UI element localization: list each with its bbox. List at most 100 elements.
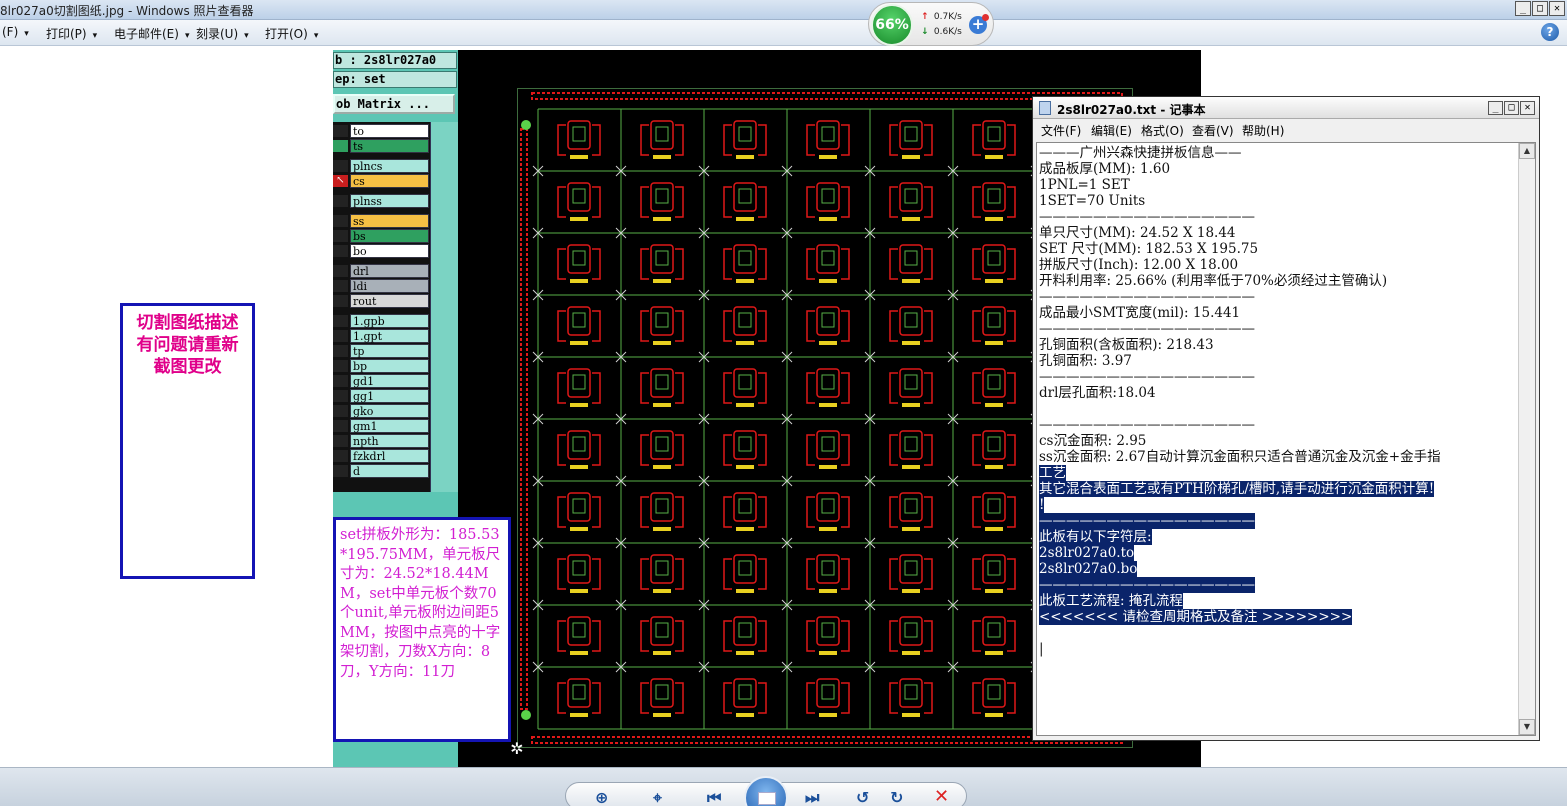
layer-row[interactable]: gg1 <box>333 389 431 403</box>
layer-swatch[interactable] <box>333 295 348 307</box>
previous-icon[interactable]: ⏮ <box>707 790 721 806</box>
notepad-maximize-button[interactable]: □ <box>1504 101 1519 115</box>
layer-swatch[interactable] <box>333 125 348 137</box>
network-speed-widget[interactable]: 66% ↑ 0.7K/s ↓ 0.6K/s + <box>868 2 994 46</box>
layer-swatch[interactable] <box>333 140 348 152</box>
layer-row[interactable]: npth <box>333 434 431 448</box>
notepad-close-button[interactable]: ✕ <box>1520 101 1535 115</box>
layer-row[interactable]: drl <box>333 264 431 278</box>
layer-row[interactable]: fzkdrl <box>333 449 431 463</box>
menu-item[interactable]: 打印(P) ▾ <box>46 25 97 42</box>
unit-pads <box>985 217 1003 221</box>
notepad-window[interactable]: 2s8lr027a0.txt - 记事本 _ □ ✕ 文件(F) 编辑(E) 格式(… <box>1032 96 1540 741</box>
layer-swatch[interactable] <box>333 230 348 242</box>
layer-swatch[interactable] <box>333 280 348 292</box>
unit-outline <box>572 560 586 576</box>
unit-coil <box>982 554 1006 584</box>
layer-row[interactable]: ↖ cs <box>333 174 431 188</box>
layer-swatch[interactable] <box>333 345 348 357</box>
layer-name: drl <box>350 264 429 278</box>
layer-swatch[interactable] <box>333 245 348 257</box>
zoom-icon[interactable]: ⊕ <box>595 790 608 806</box>
layer-row[interactable]: rout <box>333 294 431 308</box>
unit-trace <box>640 558 684 590</box>
layer-row[interactable]: gm1 <box>333 419 431 433</box>
layer-swatch[interactable] <box>333 330 348 342</box>
layer-swatch[interactable] <box>333 160 348 172</box>
unit-trace <box>640 620 684 652</box>
notepad-line: ———————————————— <box>1039 289 1521 305</box>
unit-pads <box>653 403 671 407</box>
unit-coil <box>567 182 591 212</box>
layer-row[interactable]: to <box>333 124 431 138</box>
active-layer-pointer-icon[interactable]: ↖ <box>333 175 348 187</box>
layer-swatch[interactable] <box>333 405 348 417</box>
scroll-down-arrow-icon[interactable]: ▼ <box>1519 719 1535 735</box>
layer-row[interactable]: gd1 <box>333 374 431 388</box>
notepad-menu-item[interactable]: 查看(V) <box>1192 122 1234 139</box>
layer-row[interactable]: tp <box>333 344 431 358</box>
layer-row[interactable]: bp <box>333 359 431 373</box>
fit-window-icon[interactable]: ⌖ <box>653 790 662 806</box>
menu-item[interactable]: 刻录(U) ▾ <box>196 25 249 42</box>
delete-icon[interactable]: ✕ <box>934 788 949 806</box>
unit-pads <box>819 217 837 221</box>
next-icon[interactable]: ⏭ <box>805 790 819 806</box>
close-button[interactable]: ✕ <box>1549 1 1565 16</box>
layer-swatch[interactable] <box>333 360 348 372</box>
accelerate-plus-icon[interactable]: + <box>969 14 989 34</box>
layer-swatch[interactable] <box>333 375 348 387</box>
layer-name: bo <box>350 244 429 258</box>
menu-item[interactable]: 电子邮件(E) ▾ <box>114 25 189 42</box>
layer-swatch[interactable] <box>333 215 348 227</box>
layer-row[interactable]: 1.gpb <box>333 314 431 328</box>
layer-row[interactable]: ldi <box>333 279 431 293</box>
menu-item[interactable]: (F) ▾ <box>2 25 29 39</box>
layer-row[interactable]: d <box>333 464 431 478</box>
notepad-minimize-button[interactable]: _ <box>1488 101 1503 115</box>
menu-item[interactable]: 打开(O) ▾ <box>265 25 318 42</box>
notepad-menu-item[interactable]: 帮助(H) <box>1242 122 1284 139</box>
layer-swatch[interactable] <box>333 265 348 277</box>
maximize-button[interactable]: □ <box>1532 1 1548 16</box>
slideshow-button[interactable] <box>744 776 788 806</box>
notepad-line: ———————————————— <box>1039 369 1521 385</box>
layer-row[interactable]: plncs <box>333 159 431 173</box>
unit-coil <box>982 616 1006 646</box>
scroll-up-arrow-icon[interactable]: ▲ <box>1519 143 1535 159</box>
memory-usage-percent[interactable]: 66% <box>871 4 913 46</box>
layer-swatch[interactable] <box>333 435 348 447</box>
unit-outline <box>738 560 752 576</box>
unit-pads <box>653 589 671 593</box>
rotate-cw-icon[interactable]: ↻ <box>890 790 903 806</box>
layer-swatch[interactable] <box>333 315 348 327</box>
layer-swatch[interactable] <box>333 390 348 402</box>
unit-pads <box>902 341 920 345</box>
layer-swatch[interactable] <box>333 420 348 432</box>
help-icon[interactable]: ? <box>1541 23 1559 41</box>
layer-list-scrollbar[interactable] <box>430 122 458 492</box>
layer-row[interactable]: 1.gpt <box>333 329 431 343</box>
layer-swatch[interactable] <box>333 465 348 477</box>
layer-row[interactable]: bs <box>333 229 431 243</box>
job-matrix-button[interactable]: ob Matrix ... <box>333 94 455 114</box>
layer-row[interactable]: plnss <box>333 194 431 208</box>
unit-pads <box>985 155 1003 159</box>
layer-row[interactable]: bo <box>333 244 431 258</box>
layer-swatch[interactable] <box>333 195 348 207</box>
notepad-menu-item[interactable]: 格式(O) <box>1141 122 1184 139</box>
menu-item-label: 打印(P) <box>46 27 87 41</box>
notepad-menu-item[interactable]: 编辑(E) <box>1091 122 1132 139</box>
minimize-button[interactable]: _ <box>1515 1 1531 16</box>
layer-row[interactable]: gko <box>333 404 431 418</box>
layer-row[interactable]: ts <box>333 139 431 153</box>
unit-outline <box>987 312 1001 328</box>
rotate-ccw-icon[interactable]: ↺ <box>856 790 869 806</box>
notepad-menu-item[interactable]: 文件(F) <box>1041 122 1081 139</box>
layer-swatch[interactable] <box>333 450 348 462</box>
notepad-text-area[interactable]: ———广州兴森快捷拼板信息—— 成品板厚(MM): 1.60 1PNL=1 SET 1… <box>1036 142 1536 736</box>
notepad-vertical-scrollbar[interactable]: ▲ ▼ <box>1518 143 1535 735</box>
notepad-title-bar: 2s8lr027a0.txt - 记事本 _ □ ✕ <box>1033 97 1539 119</box>
layer-row[interactable]: ss <box>333 214 431 228</box>
notepad-line-text: 1PNL=1 SET <box>1039 177 1130 193</box>
